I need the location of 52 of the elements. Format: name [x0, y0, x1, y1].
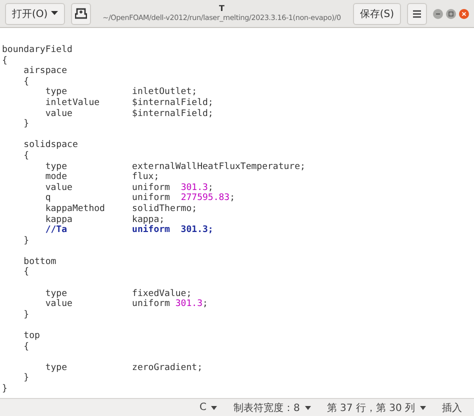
- code-text: value $internalField;: [44, 108, 214, 119]
- code-text: {: [22, 267, 30, 278]
- code-text: ;: [208, 182, 214, 193]
- code-comment: //Ta uniform 301.3;: [44, 225, 214, 236]
- caret-icon: [50, 11, 58, 16]
- window-title: T: [219, 5, 224, 14]
- code-text: airspace: [22, 66, 68, 76]
- code-text: }: [2, 384, 8, 394]
- code-text: value uniform: [44, 182, 171, 193]
- menu-button[interactable]: [407, 2, 427, 24]
- code-text: }: [22, 236, 30, 246]
- code-text: {: [22, 342, 30, 352]
- code-text: type zeroGradient;: [44, 362, 202, 373]
- caret-icon: [304, 406, 311, 410]
- cursor-position-dropdown[interactable]: 第 37 行，第 30 列: [326, 400, 426, 414]
- code-text: {: [22, 76, 30, 87]
- number-literal: 277595.83: [180, 193, 230, 204]
- code-text: {: [22, 150, 30, 161]
- new-tab-button[interactable]: [70, 2, 91, 24]
- open-button[interactable]: 打开(O): [5, 2, 65, 24]
- code-text: ;: [230, 193, 236, 204]
- code-text: }: [22, 373, 30, 384]
- code-text: type externalWallHeatFluxTemperature;: [44, 162, 306, 172]
- new-tab-icon: [74, 8, 87, 19]
- code-text: q uniform: [44, 193, 171, 204]
- minimize-icon[interactable]: [433, 8, 443, 18]
- caret-icon: [211, 406, 218, 410]
- code-text: mode flux;: [44, 172, 160, 182]
- close-icon[interactable]: [459, 8, 469, 18]
- maximize-icon[interactable]: [446, 8, 456, 18]
- caret-icon: [420, 406, 426, 410]
- code-text: ;: [202, 299, 208, 310]
- code-text: type inletOutlet;: [44, 87, 198, 98]
- number-literal: 301.3: [180, 182, 208, 193]
- menu-icon: [413, 10, 421, 18]
- code-text: boundaryField: [2, 45, 72, 55]
- language-dropdown[interactable]: C: [199, 402, 218, 413]
- code-text: solidspace: [22, 140, 78, 150]
- save-button[interactable]: 保存(S): [352, 2, 401, 24]
- code-text: type fixedValue;: [44, 288, 192, 299]
- tab-width-dropdown[interactable]: 制表符宽度：8: [233, 400, 311, 414]
- code-text: }: [22, 310, 30, 320]
- code-text: {: [2, 56, 8, 66]
- code-text: kappaMethod solidThermo;: [44, 204, 198, 214]
- code-text: top: [22, 331, 40, 342]
- insert-mode: 插入: [442, 402, 462, 414]
- code-text: }: [22, 119, 30, 130]
- code-text: value uniform: [44, 299, 171, 310]
- code-text: kappa kappa;: [44, 214, 165, 224]
- number-literal: 301.3: [175, 299, 202, 310]
- code-text: bottom: [22, 256, 56, 267]
- code-text: inletValue $internalField;: [44, 98, 214, 108]
